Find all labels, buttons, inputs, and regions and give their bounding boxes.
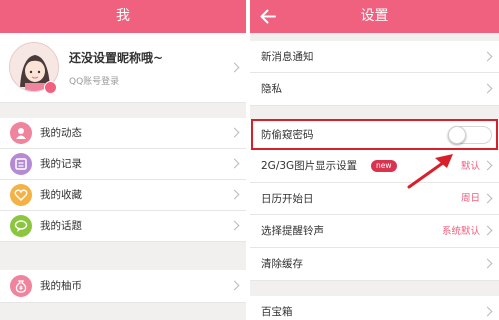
settings-item-reminder-ringtone[interactable]: 选择提醒铃声 系统默认: [250, 215, 499, 248]
chevron-right-icon: [229, 158, 240, 169]
me-screen: 我 还没设置昵称哦~ QQ账号登录 我的动态 我的记录 我的收藏 我的话题 我的…: [0, 0, 246, 320]
page-title: 设置: [360, 8, 389, 24]
profile-card[interactable]: 还没设置昵称哦~ QQ账号登录: [0, 33, 246, 103]
settings-item-label: 隐私: [261, 83, 282, 95]
menu-item-label: 我的柚币: [40, 280, 82, 292]
settings-item-privacy[interactable]: 隐私: [250, 73, 499, 106]
settings-item-label: 选择提醒铃声: [261, 225, 324, 237]
activity-icon: [10, 122, 32, 144]
settings-item-clear-cache[interactable]: 清除缓存: [250, 248, 499, 281]
chevron-right-icon: [229, 280, 240, 291]
chevron-right-icon: [482, 83, 493, 94]
chevron-right-icon: [229, 62, 240, 72]
menu-item-label: 我的记录: [40, 158, 82, 170]
me-header: 我: [0, 0, 246, 33]
menu-item-coins[interactable]: 我的柚币: [0, 270, 246, 303]
menu-item-label: 我的动态: [40, 127, 82, 139]
settings-item-label: 日历开始日: [261, 193, 314, 205]
chevron-right-icon: [229, 189, 240, 200]
new-badge: new: [371, 160, 397, 172]
menu-item-record[interactable]: 我的记录: [0, 149, 246, 180]
chat-icon: [10, 215, 32, 237]
menu-item-activity[interactable]: 我的动态: [0, 118, 246, 149]
menu-item-favorites[interactable]: 我的收藏: [0, 180, 246, 211]
avatar-edit-badge: [44, 81, 57, 94]
highlight-box: [251, 119, 498, 150]
settings-item-label: 清除缓存: [261, 258, 303, 270]
settings-item-label: 新消息通知: [261, 51, 314, 63]
chevron-right-icon: [482, 160, 493, 171]
settings-item-notifications[interactable]: 新消息通知: [250, 41, 499, 73]
chevron-right-icon: [482, 225, 493, 236]
settings-item-label: 2G/3G图片显示设置: [261, 160, 358, 172]
settings-header: 设置: [250, 0, 499, 33]
settings-item-value: 系统默认: [441, 226, 480, 237]
page-title: 我: [116, 8, 130, 24]
settings-item-label: 百宝箱: [261, 306, 293, 318]
chevron-right-icon: [482, 193, 493, 203]
nickname: 还没设置昵称哦~: [69, 51, 164, 65]
qq-login-hint[interactable]: QQ账号登录: [69, 74, 119, 87]
menu-item-label: 我的收藏: [40, 189, 82, 201]
coin-bag-icon: [10, 275, 32, 297]
chevron-right-icon: [229, 127, 240, 138]
chevron-right-icon: [482, 306, 493, 316]
chevron-right-icon: [482, 51, 493, 61]
record-icon: [10, 153, 32, 175]
chevron-right-icon: [482, 258, 493, 269]
heart-icon: [10, 184, 32, 206]
menu-item-topics[interactable]: 我的话题: [0, 211, 246, 242]
menu-item-label: 我的话题: [40, 220, 82, 232]
pointer-arrow-icon: [407, 154, 453, 189]
chevron-right-icon: [229, 220, 240, 231]
settings-item-toolbox[interactable]: 百宝箱: [250, 296, 499, 320]
